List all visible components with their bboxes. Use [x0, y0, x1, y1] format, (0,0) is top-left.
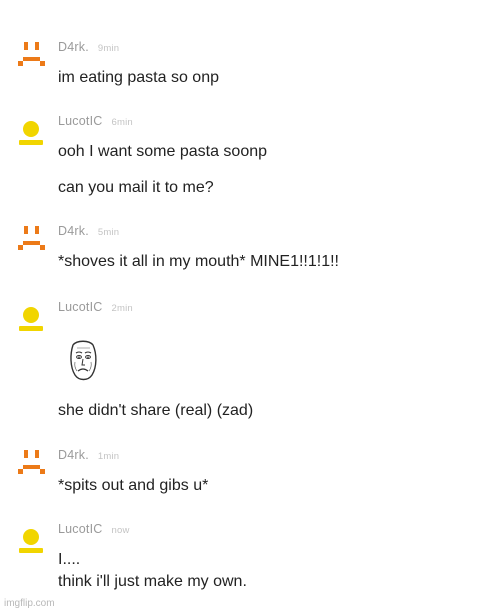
person-avatar-icon[interactable]: [14, 524, 48, 558]
message-time: 1min: [97, 451, 120, 462]
message-text: she didn't share (real) (zad): [58, 402, 254, 419]
message-time: 6min: [111, 117, 133, 128]
message-author[interactable]: D4rk. 9min: [58, 40, 119, 54]
message-time: 9min: [97, 43, 120, 54]
message-text: think i'll just make my own.: [58, 573, 247, 590]
author-name[interactable]: D4rk.: [58, 448, 89, 462]
sad-face-avatar-icon[interactable]: [14, 224, 48, 258]
author-name[interactable]: LucotIC: [58, 300, 102, 314]
message-text: can you mail it to me?: [58, 179, 214, 196]
author-name[interactable]: LucotIC: [58, 114, 102, 128]
author-name[interactable]: D4rk.: [58, 224, 89, 238]
message-text: im eating pasta so onp: [58, 69, 219, 86]
author-name[interactable]: D4rk.: [58, 40, 89, 54]
message-text: *spits out and gibs u*: [58, 477, 209, 494]
message-author[interactable]: D4rk. 5min: [58, 224, 119, 238]
okay-meme-face-image[interactable]: [60, 338, 106, 384]
message-text: I....: [58, 551, 81, 568]
message-time: 2min: [111, 303, 133, 314]
message-author[interactable]: LucotIC 2min: [58, 300, 133, 314]
sad-face-avatar-icon[interactable]: [14, 40, 48, 74]
message-text: *shoves it all in my mouth* MINE1!!1!1!!: [58, 253, 339, 270]
message-author[interactable]: D4rk. 1min: [58, 448, 119, 462]
author-name[interactable]: LucotIC: [58, 522, 102, 536]
message-author[interactable]: LucotIC now: [58, 522, 130, 536]
message-time: now: [111, 525, 130, 536]
message-text: ooh I want some pasta soonp: [58, 143, 268, 160]
message-time: 5min: [97, 227, 120, 238]
message-author[interactable]: LucotIC 6min: [58, 114, 133, 128]
imgflip-watermark: imgflip.com: [4, 598, 55, 609]
sad-face-avatar-icon[interactable]: [14, 448, 48, 482]
person-avatar-icon[interactable]: [14, 116, 48, 150]
person-avatar-icon[interactable]: [14, 302, 48, 336]
